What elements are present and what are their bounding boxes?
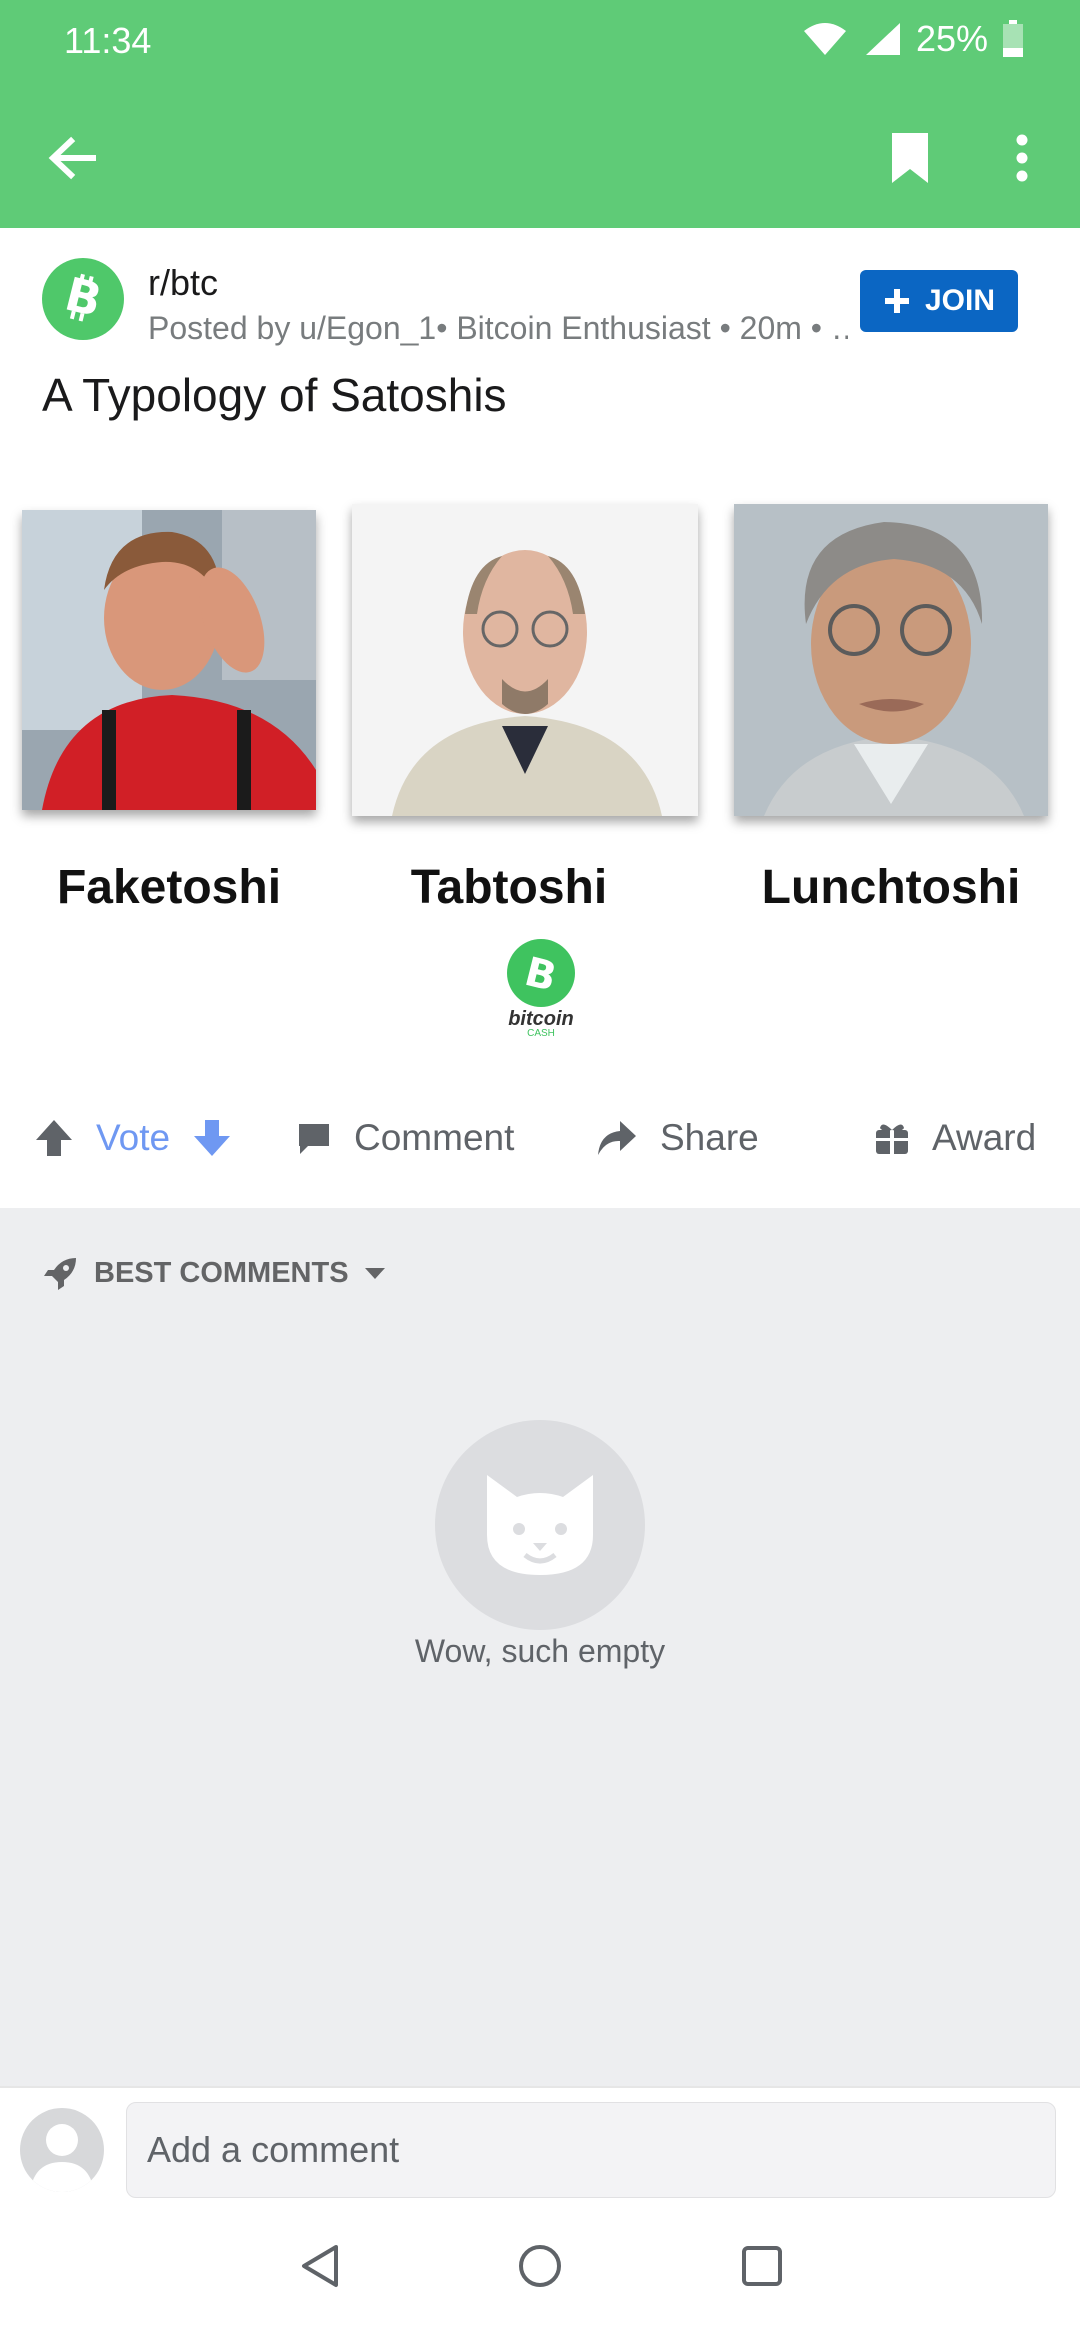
- bitcoin-cash-logo: B bitcoin CASH: [495, 938, 585, 1039]
- post-title: A Typology of Satoshis: [42, 369, 507, 421]
- empty-state-illustration: [435, 1420, 645, 1630]
- gift-icon: [876, 1124, 908, 1154]
- bitcoin-cash-icon: B: [507, 939, 575, 1007]
- comments-area: BEST COMMENTS Wow, such empty: [0, 1208, 1080, 2086]
- share-button[interactable]: Share: [596, 1108, 759, 1168]
- app-bar: [0, 80, 1080, 228]
- bookmark-icon: [892, 133, 928, 183]
- comment-bar: Add a comment: [0, 2086, 1080, 2214]
- comment-input-placeholder: Add a comment: [147, 2129, 400, 2170]
- downvote-icon[interactable]: [192, 1118, 232, 1158]
- nav-back-button[interactable]: [290, 2236, 350, 2296]
- arrow-left-icon: [48, 136, 96, 180]
- upvote-icon[interactable]: [34, 1118, 74, 1158]
- battery-icon: [1003, 20, 1023, 57]
- status-time: 11:34: [64, 20, 152, 61]
- signal-icon: [865, 23, 900, 55]
- caption-faketoshi: Faketoshi: [56, 861, 282, 914]
- photo-lunchtoshi: [734, 504, 1048, 816]
- wifi-icon: [803, 23, 846, 55]
- join-label: JOIN: [924, 284, 996, 317]
- triangle-back-icon: [302, 2245, 338, 2287]
- user-icon: [30, 2124, 94, 2192]
- nav-recents-button[interactable]: [732, 2236, 792, 2296]
- back-button[interactable]: [30, 116, 114, 200]
- user-avatar[interactable]: [20, 2108, 104, 2192]
- caption-lunchtoshi: Lunchtoshi: [761, 861, 1021, 914]
- bitcoin-cash-subtext: CASH: [527, 1028, 555, 1039]
- share-label: Share: [660, 1117, 759, 1158]
- caption-tabtoshi: Tabtoshi: [410, 861, 608, 914]
- circle-home-icon: [519, 2245, 561, 2287]
- caret-down-icon: [364, 1268, 385, 1279]
- sort-label: BEST COMMENTS: [94, 1256, 349, 1289]
- join-button[interactable]: JOIN: [860, 270, 1018, 332]
- award-button[interactable]: Award: [874, 1108, 1036, 1168]
- square-recents-icon: [742, 2246, 782, 2286]
- comment-button[interactable]: Comment: [296, 1108, 514, 1168]
- photo-faketoshi: [22, 510, 316, 810]
- status-icons: 25%: [802, 18, 1024, 60]
- post-header: B r/btc Posted by u/Egon_1• Bitcoin Enth…: [0, 228, 1080, 448]
- subreddit-avatar[interactable]: B: [42, 258, 124, 340]
- more-vert-icon: [1016, 134, 1028, 182]
- comment-input[interactable]: Add a comment: [126, 2102, 1056, 2198]
- cat-icon: [487, 1475, 593, 1575]
- subreddit-name[interactable]: r/btc: [148, 262, 218, 304]
- post-image[interactable]: Faketoshi Tabtoshi Lunchtoshi B bitcoin …: [0, 448, 1080, 1068]
- overflow-menu-button[interactable]: [990, 116, 1054, 200]
- share-icon: [598, 1121, 636, 1155]
- post-actions: Vote Comment Share Award: [0, 1068, 1080, 1208]
- award-label: Award: [932, 1117, 1037, 1158]
- comment-sort-dropdown[interactable]: BEST COMMENTS: [42, 1254, 387, 1292]
- comment-icon: [299, 1124, 329, 1154]
- system-nav-bar: [0, 2212, 1080, 2340]
- post-meta: Posted by u/Egon_1• Bitcoin Enthusiast •…: [148, 310, 848, 346]
- battery-percent: 25%: [915, 18, 988, 59]
- comment-label: Comment: [354, 1117, 515, 1158]
- status-bar: 11:34 25%: [0, 0, 1080, 80]
- nav-home-button[interactable]: [510, 2236, 570, 2296]
- bitcoin-icon: B: [60, 269, 107, 327]
- vote-control: Vote: [34, 1108, 232, 1168]
- empty-state-text: Wow, such empty: [414, 1633, 666, 1669]
- bookmark-button[interactable]: [870, 116, 950, 200]
- vote-label: Vote: [96, 1117, 171, 1158]
- photo-tabtoshi: [352, 504, 698, 816]
- plus-icon: [884, 289, 909, 313]
- rocket-icon: [44, 1258, 76, 1290]
